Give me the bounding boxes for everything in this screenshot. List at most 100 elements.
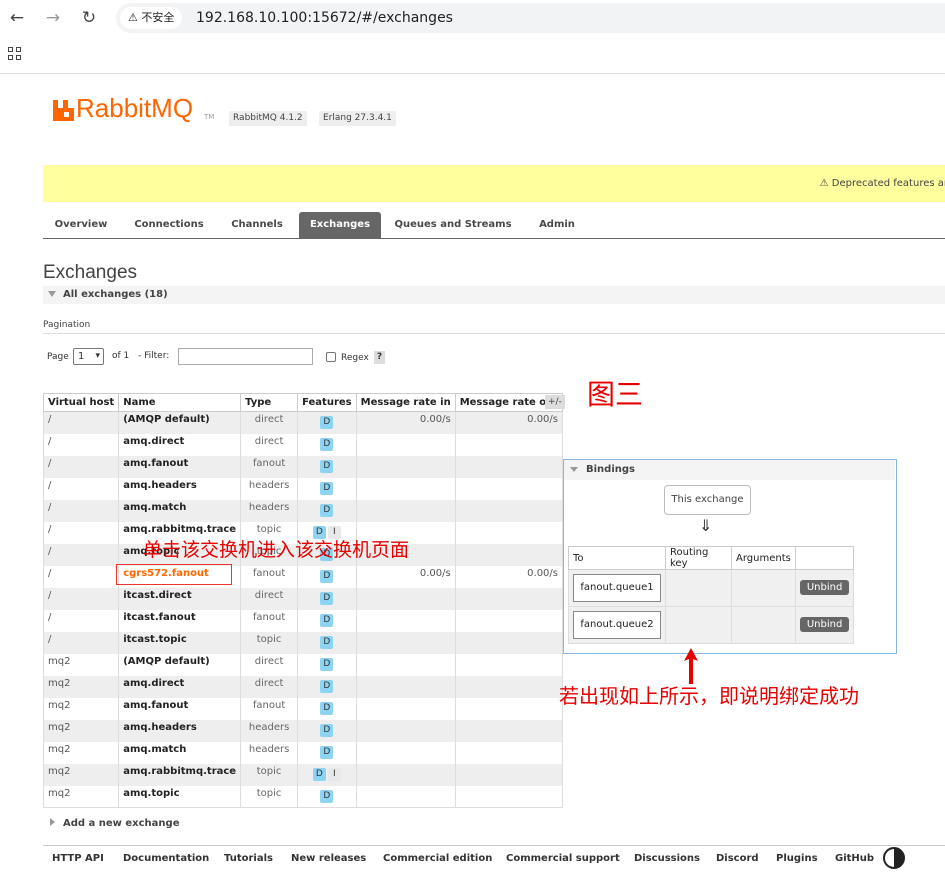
apps-grid-icon[interactable] [8, 47, 22, 61]
cell-rate-out [454, 455, 564, 478]
cell-name[interactable]: itcast.fanout [118, 609, 242, 632]
footer-link-discord[interactable]: Discord [716, 853, 759, 864]
footer-link-plugins[interactable]: Plugins [776, 853, 818, 864]
binding-queue-link[interactable]: fanout.queue2 [573, 611, 661, 639]
table-row[interactable]: / amq.match headers D [42, 499, 564, 522]
col-virtual-host[interactable]: Virtual host [42, 393, 120, 412]
cell-type: direct [240, 653, 299, 676]
tab-channels[interactable]: Channels [219, 212, 295, 238]
theme-toggle-icon[interactable] [883, 847, 905, 869]
cell-name[interactable]: itcast.topic [118, 631, 242, 654]
filter-input[interactable] [178, 348, 313, 365]
cell-name[interactable]: amq.fanout [118, 697, 242, 720]
table-row[interactable]: mq2 amq.topic topic D [42, 785, 564, 808]
cell-rate-out [454, 477, 564, 500]
table-row[interactable]: / amq.headers headers D [42, 477, 564, 500]
address-bar[interactable]: ⚠ 不安全 192.168.10.100:15672/#/exchanges [116, 3, 945, 33]
cell-vhost: mq2 [42, 653, 120, 676]
cell-name[interactable]: amq.rabbitmq.trace [118, 763, 242, 786]
tab-connections[interactable]: Connections [123, 212, 215, 238]
unbind-button[interactable]: Unbind [799, 579, 850, 595]
unbind-button[interactable]: Unbind [799, 616, 850, 632]
cell-name[interactable]: amq.direct [118, 675, 242, 698]
durable-badge: D [320, 569, 334, 583]
table-row[interactable]: mq2 amq.fanout fanout D [42, 697, 564, 720]
col-message-rate-in[interactable]: Message rate in [355, 393, 456, 412]
table-row[interactable]: mq2 amq.headers headers D [42, 719, 564, 742]
cell-vhost: / [42, 631, 120, 654]
back-arrow-icon[interactable]: ← [5, 6, 29, 30]
cell-vhost: mq2 [42, 675, 120, 698]
bindings-toggle[interactable]: Bindings [564, 460, 895, 480]
cell-rate-out [454, 521, 564, 544]
cell-name[interactable]: amq.headers [118, 719, 242, 742]
add-new-exchange-toggle[interactable]: Add a new exchange [50, 818, 179, 829]
page-select[interactable]: 1 ▾ [73, 348, 104, 365]
collapse-triangle-icon [570, 467, 578, 472]
table-row[interactable]: mq2 (AMQP default) direct D [42, 653, 564, 676]
cell-name[interactable]: (AMQP default) [118, 653, 242, 676]
cell-type: fanout [240, 609, 299, 632]
table-row[interactable]: / itcast.topic topic D [42, 631, 564, 654]
footer-link-github[interactable]: GitHub [835, 853, 874, 864]
forward-arrow-icon[interactable]: → [41, 6, 65, 30]
cell-rate-in [355, 697, 456, 720]
cell-type: headers [240, 477, 299, 500]
reload-icon[interactable]: ↻ [77, 6, 101, 30]
cell-name[interactable]: itcast.direct [118, 587, 242, 610]
table-row[interactable]: mq2 amq.direct direct D [42, 675, 564, 698]
cell-name[interactable]: amq.match [118, 741, 242, 764]
durable-badge: D [320, 416, 334, 429]
this-exchange-box: This exchange [664, 485, 751, 515]
footer-link-tutorials[interactable]: Tutorials [224, 853, 273, 864]
table-row[interactable]: mq2 amq.match headers D [42, 741, 564, 764]
footer-link-commercial-support[interactable]: Commercial support [506, 853, 620, 864]
cell-rate-out: 0.00/s [454, 411, 564, 434]
footer-link-new-releases[interactable]: New releases [291, 853, 366, 864]
tab-admin[interactable]: Admin [525, 212, 589, 238]
cell-name[interactable]: amq.fanout [118, 455, 242, 478]
logo-tm: TM [204, 113, 215, 121]
cell-name[interactable]: amq.headers [118, 477, 242, 500]
cell-type: fanout [240, 455, 299, 478]
binding-arguments [731, 606, 796, 644]
footer-link-discussions[interactable]: Discussions [634, 853, 700, 864]
table-row[interactable]: / amq.direct direct D [42, 433, 564, 456]
cell-name[interactable]: (AMQP default) [118, 411, 242, 434]
tab-exchanges[interactable]: Exchanges [299, 212, 381, 238]
table-row[interactable]: / itcast.fanout fanout D [42, 609, 564, 632]
cell-features: D [297, 477, 357, 500]
table-row[interactable]: mq2 amq.rabbitmq.trace topic D I [42, 763, 564, 786]
durable-badge: D [320, 701, 334, 715]
cell-name[interactable]: amq.direct [118, 433, 242, 456]
security-chip[interactable]: ⚠ 不安全 [120, 7, 183, 29]
col-type[interactable]: Type [240, 393, 299, 412]
warning-text[interactable]: ⚠ Deprecated features ar [820, 165, 945, 202]
table-row[interactable]: / itcast.direct direct D [42, 587, 564, 610]
table-row[interactable]: / (AMQP default) direct D 0.00/s 0.00/s [42, 411, 564, 434]
cell-rate-out [454, 785, 564, 808]
footer-link-http-api[interactable]: HTTP API [52, 853, 104, 864]
cell-type: direct [240, 433, 299, 456]
footer-link-commercial-edition[interactable]: Commercial edition [383, 853, 492, 864]
regex-help-icon[interactable]: ? [374, 351, 385, 364]
footer-link-documentation[interactable]: Documentation [123, 853, 209, 864]
cell-type: headers [240, 719, 299, 742]
durable-badge: D [320, 459, 334, 473]
erlang-version-badge: Erlang 27.3.4.1 [319, 111, 396, 126]
cell-name[interactable]: amq.match [118, 499, 242, 522]
table-row[interactable]: / amq.fanout fanout D [42, 455, 564, 478]
url-text[interactable]: 192.168.10.100:15672/#/exchanges [196, 3, 453, 33]
tab-queues-and-streams[interactable]: Queues and Streams [385, 212, 521, 238]
col-features[interactable]: Features [297, 393, 357, 412]
binding-queue-link[interactable]: fanout.queue1 [573, 574, 661, 602]
cell-rate-out [454, 631, 564, 654]
col-name[interactable]: Name [118, 393, 242, 412]
columns-toggle-button[interactable]: +/- [545, 395, 565, 409]
tab-overview[interactable]: Overview [43, 212, 119, 238]
all-exchanges-toggle[interactable]: All exchanges (18) [43, 286, 945, 304]
page-of-label: of 1 [112, 351, 130, 361]
regex-checkbox[interactable] [326, 352, 336, 362]
cell-name[interactable]: amq.topic [118, 785, 242, 808]
deprecation-warning-banner: ⚠ Deprecated features ar [43, 165, 945, 202]
